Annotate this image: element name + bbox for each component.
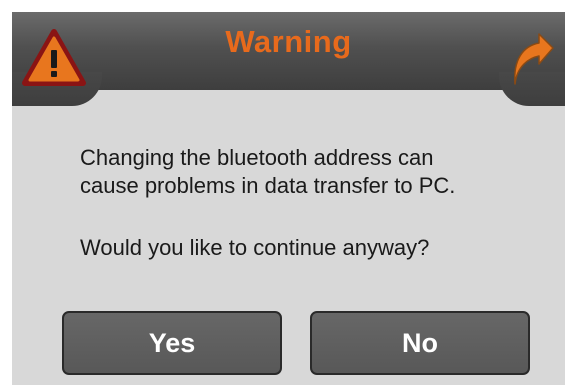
no-button[interactable]: No [310,311,530,375]
message-line-2: cause problems in data transfer to PC. [80,173,456,198]
back-arrow-icon[interactable] [509,30,557,88]
dialog-message: Changing the bluetooth address can cause… [80,144,540,262]
yes-button[interactable]: Yes [62,311,282,375]
dialog-title: Warning [225,24,352,59]
yes-button-label: Yes [148,327,196,358]
message-line-1: Changing the bluetooth address can [80,145,434,170]
message-question: Would you like to continue anyway? [80,235,430,260]
no-button-label: No [402,327,438,358]
warning-dialog: Warning Changing the bluetooth address c… [12,12,565,385]
